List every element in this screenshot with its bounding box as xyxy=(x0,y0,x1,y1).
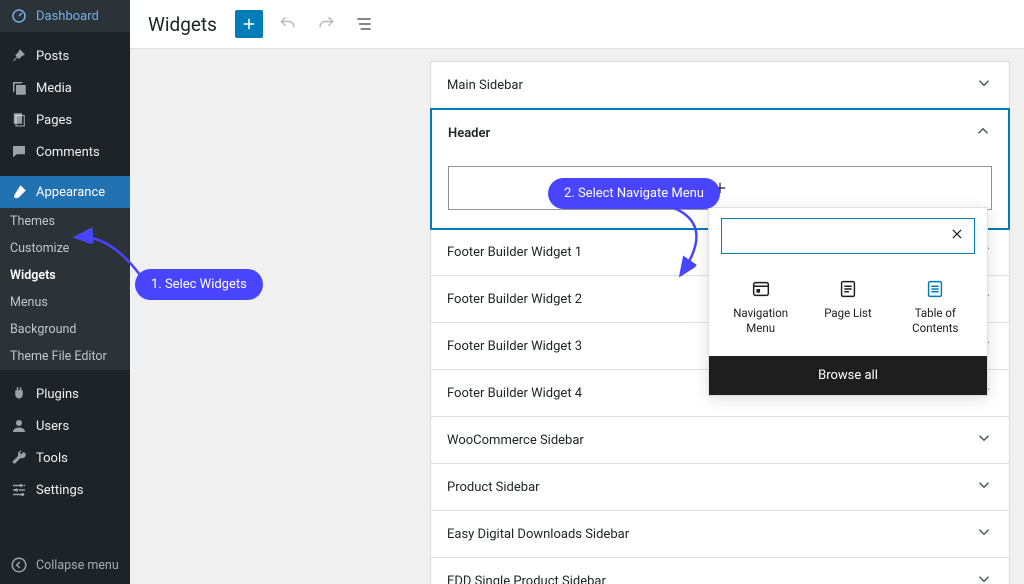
sidebar-label: Posts xyxy=(36,49,69,64)
inserter-search-input[interactable] xyxy=(721,218,975,254)
annotation-step-1: 1. Selec Widgets xyxy=(135,269,263,300)
inserter-label: Navigation Menu xyxy=(723,306,799,336)
sidebar-item-users[interactable]: Users xyxy=(0,410,130,442)
editor-toolbar: Widgets xyxy=(130,0,1024,49)
area-header[interactable]: Main Sidebar xyxy=(431,62,1009,108)
pages-icon xyxy=(10,111,28,129)
inserter-label: Table of Contents xyxy=(897,306,973,336)
close-icon[interactable] xyxy=(950,227,964,245)
area-label: Main Sidebar xyxy=(447,78,523,93)
wrench-icon xyxy=(10,449,28,467)
sidebar-label: Dashboard xyxy=(36,9,99,24)
area-header[interactable]: Header xyxy=(432,110,1008,156)
area-header[interactable]: EDD Single Product Sidebar xyxy=(431,558,1009,584)
sidebar-item-appearance[interactable]: Appearance xyxy=(0,176,130,208)
submenu-theme-file-editor[interactable]: Theme File Editor xyxy=(0,343,130,370)
submenu-menus[interactable]: Menus xyxy=(0,289,130,316)
collapse-label: Collapse menu xyxy=(36,558,119,573)
sidebar-item-settings[interactable]: Settings xyxy=(0,474,130,506)
area-header[interactable]: Product Sidebar xyxy=(431,464,1009,510)
sidebar-item-plugins[interactable]: Plugins xyxy=(0,378,130,410)
sidebar-item-dashboard[interactable]: Dashboard xyxy=(0,0,130,32)
sidebar-label: Appearance xyxy=(36,185,105,200)
sidebar-label: Pages xyxy=(36,113,72,128)
annotation-step-2: 2. Select Navigate Menu xyxy=(548,178,720,209)
chevron-down-icon xyxy=(975,570,993,584)
inserter-options: Navigation Menu Page List Table of Conte… xyxy=(709,268,987,356)
chevron-down-icon xyxy=(975,476,993,498)
redo-button[interactable] xyxy=(313,11,339,37)
area-label: Product Sidebar xyxy=(447,480,540,495)
area-edd-single: EDD Single Product Sidebar xyxy=(431,558,1009,584)
area-label: EDD Single Product Sidebar xyxy=(447,574,606,584)
sidebar-item-comments[interactable]: Comments xyxy=(0,136,130,168)
block-inserter: Navigation Menu Page List Table of Conte… xyxy=(708,207,988,396)
area-label: Header xyxy=(448,126,490,141)
area-product: Product Sidebar xyxy=(431,464,1009,511)
area-header[interactable]: WooCommerce Sidebar xyxy=(431,417,1009,463)
list-view-button[interactable] xyxy=(351,11,377,37)
sidebar-item-pages[interactable]: Pages xyxy=(0,104,130,136)
inserter-option-page-list[interactable]: Page List xyxy=(808,272,888,342)
navigation-menu-icon xyxy=(750,278,772,300)
area-woocommerce: WooCommerce Sidebar xyxy=(431,417,1009,464)
admin-sidebar: Dashboard Posts Media Pages Comments App… xyxy=(0,0,130,584)
sidebar-label: Plugins xyxy=(36,387,79,402)
undo-button[interactable] xyxy=(275,11,301,37)
chevron-down-icon xyxy=(975,429,993,451)
sidebar-label: Users xyxy=(36,419,69,434)
inserter-option-table-of-contents[interactable]: Table of Contents xyxy=(895,272,975,342)
dashboard-icon xyxy=(10,7,28,25)
area-label: WooCommerce Sidebar xyxy=(447,433,584,448)
table-of-contents-icon xyxy=(924,278,946,300)
sidebar-item-posts[interactable]: Posts xyxy=(0,40,130,72)
page-title: Widgets xyxy=(148,13,217,36)
sidebar-item-tools[interactable]: Tools xyxy=(0,442,130,474)
chevron-down-icon xyxy=(975,523,993,545)
main-area: Widgets Main Sidebar Header xyxy=(130,0,1024,584)
submenu-background[interactable]: Background xyxy=(0,316,130,343)
browse-all-button[interactable]: Browse all xyxy=(709,356,987,395)
sidebar-label: Settings xyxy=(36,483,83,498)
sliders-icon xyxy=(10,481,28,499)
area-label: Footer Builder Widget 2 xyxy=(447,292,582,307)
area-label: Easy Digital Downloads Sidebar xyxy=(447,527,629,542)
brush-icon xyxy=(10,183,28,201)
plug-icon xyxy=(10,385,28,403)
area-main-sidebar: Main Sidebar xyxy=(431,62,1009,109)
area-label: Footer Builder Widget 3 xyxy=(447,339,582,354)
collapse-menu[interactable]: Collapse menu xyxy=(0,546,130,584)
comments-icon xyxy=(10,143,28,161)
area-label: Footer Builder Widget 1 xyxy=(447,245,582,260)
chevron-up-icon xyxy=(974,122,992,144)
sidebar-label: Tools xyxy=(36,451,68,466)
area-label: Footer Builder Widget 4 xyxy=(447,386,582,401)
sidebar-label: Media xyxy=(36,81,72,96)
media-icon xyxy=(10,79,28,97)
user-icon xyxy=(10,417,28,435)
pin-icon xyxy=(10,47,28,65)
inserter-label: Page List xyxy=(810,306,886,321)
sidebar-label: Comments xyxy=(36,145,100,160)
collapse-icon xyxy=(10,556,28,574)
add-block-button[interactable] xyxy=(235,10,263,38)
sidebar-item-media[interactable]: Media xyxy=(0,72,130,104)
chevron-down-icon xyxy=(975,74,993,96)
page-list-icon xyxy=(837,278,859,300)
area-edd: Easy Digital Downloads Sidebar xyxy=(431,511,1009,558)
area-header[interactable]: Easy Digital Downloads Sidebar xyxy=(431,511,1009,557)
